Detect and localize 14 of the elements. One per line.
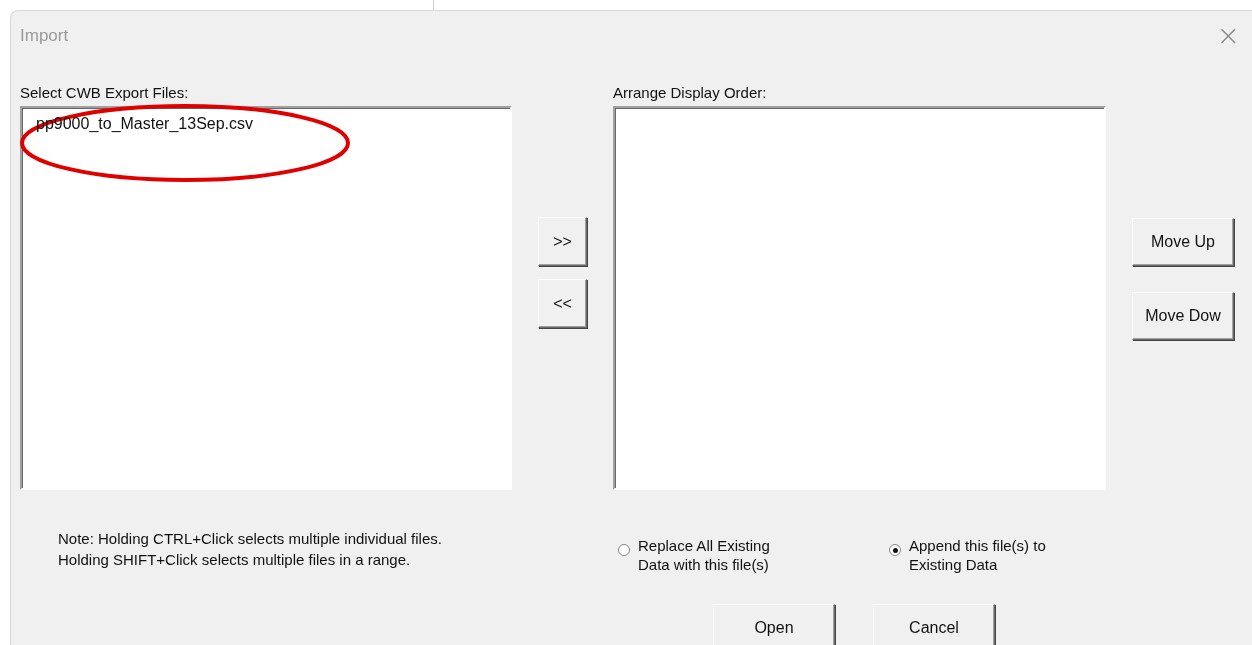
radio-label: Replace All Existing Data with this file(s) [638, 536, 770, 574]
list-label: Select CWB Export Files: [20, 84, 190, 103]
transfer-button[interactable]: >> [538, 217, 587, 266]
radio-button[interactable] [889, 544, 901, 556]
transfer-button[interactable]: << [538, 279, 587, 328]
list-label: Arrange Display Order: [613, 84, 768, 103]
radio-button[interactable] [618, 544, 630, 556]
move-button[interactable]: Move Dow [1132, 292, 1234, 340]
note-text: Note: Holding CTRL+Click selects multiple individual files. Holding SHIFT+Click selects multiple files in a range. [58, 529, 443, 570]
radio-label: Append this file(s) to Existing Data [909, 536, 1046, 574]
dialog-button[interactable]: Open [713, 604, 835, 645]
window-title: Import [20, 25, 69, 46]
dialog-button[interactable]: Cancel [873, 604, 995, 645]
move-button[interactable]: Move Up [1132, 218, 1234, 266]
